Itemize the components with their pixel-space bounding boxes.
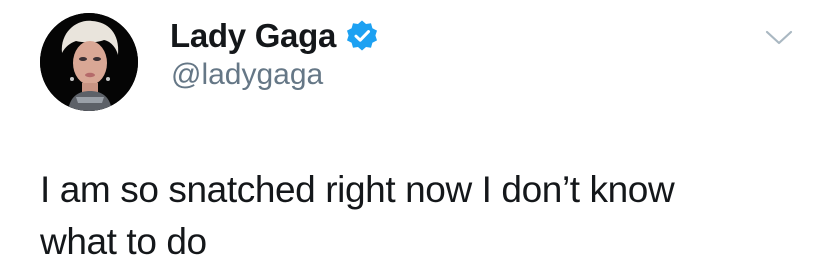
- display-name[interactable]: Lady Gaga: [170, 17, 336, 55]
- verified-badge-icon: [345, 19, 379, 53]
- user-handle[interactable]: @ladygaga: [171, 58, 323, 92]
- tweet-card: Lady Gaga @ladygaga I am so snatched rig…: [0, 0, 827, 275]
- avatar-image: [40, 13, 138, 111]
- chevron-down-icon[interactable]: [764, 28, 794, 48]
- tweet-text: I am so snatched right now I don’t know …: [40, 164, 800, 268]
- avatar[interactable]: [40, 13, 138, 111]
- author-name-row: Lady Gaga: [170, 14, 379, 58]
- tweet-text-line: what to do: [40, 221, 207, 262]
- tweet-text-line: I am so snatched right now I don’t know: [40, 169, 675, 210]
